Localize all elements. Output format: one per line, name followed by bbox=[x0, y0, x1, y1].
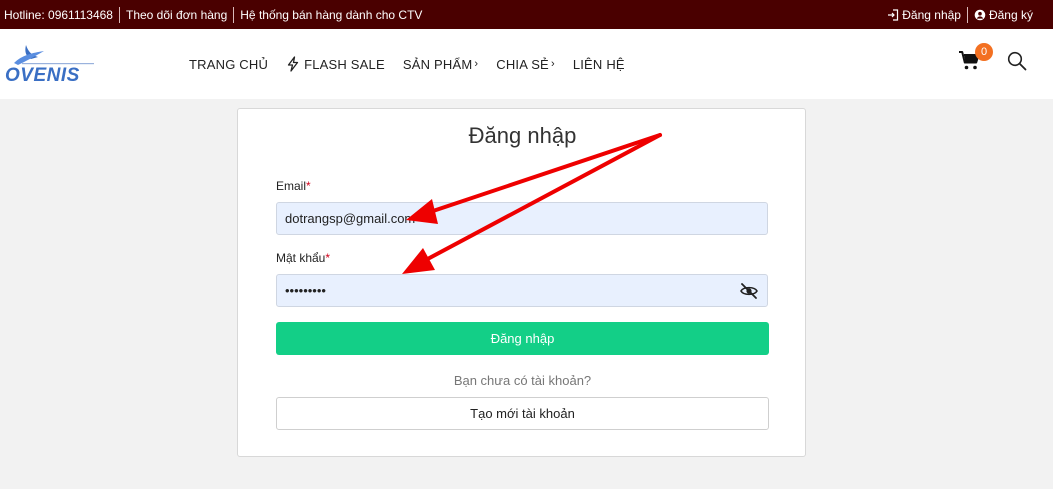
email-label: Email* bbox=[276, 179, 311, 193]
nav-products[interactable]: SẢN PHẨM › bbox=[403, 57, 478, 72]
no-account-text: Bạn chưa có tài khoản? bbox=[453, 373, 592, 388]
password-field[interactable]: ••••••••• bbox=[276, 274, 768, 307]
password-value: ••••••••• bbox=[285, 283, 326, 298]
nav-products-label: SẢN PHẨM bbox=[402, 56, 473, 72]
nav-share[interactable]: CHIA SẺ › bbox=[496, 57, 555, 72]
required-mark: * bbox=[306, 179, 311, 193]
svg-text:OVENIS: OVENIS bbox=[5, 65, 80, 85]
chevron-right-icon: › bbox=[550, 58, 555, 70]
page-title: Đăng nhập bbox=[468, 123, 577, 148]
cart-count-badge: 0 bbox=[975, 43, 993, 61]
sign-in-icon bbox=[888, 8, 899, 21]
nav-share-label: CHIA SẺ bbox=[496, 56, 549, 72]
nav-contact[interactable]: LIÊN HỆ bbox=[573, 57, 625, 72]
track-order-link[interactable]: Theo dõi đơn hàng bbox=[118, 6, 233, 23]
nav-flash-sale[interactable]: FLASH SALE bbox=[286, 56, 385, 72]
user-circle-icon bbox=[974, 9, 986, 20]
hotline-text: Hotline: 0961113468 bbox=[4, 7, 113, 22]
register-link[interactable]: Đăng ký bbox=[966, 6, 1039, 23]
main-nav: TRANG CHỦ FLASH SALE SẢN PHẨM › CHIA SẺ … bbox=[189, 29, 643, 99]
eye-slash-icon[interactable] bbox=[739, 282, 759, 300]
top-bar: Hotline: 0961113468 Theo dõi đơn hàng Hệ… bbox=[0, 0, 1053, 29]
ctv-system-link[interactable]: Hệ thống bán hàng dành cho CTV bbox=[233, 6, 428, 23]
nav-home-label: TRANG CHỦ bbox=[189, 56, 269, 72]
chevron-right-icon: › bbox=[474, 58, 479, 70]
lightning-icon bbox=[287, 56, 299, 72]
site-header: OVENIS TRANG CHỦ FLASH SALE SẢN PHẨM › C… bbox=[0, 29, 1053, 99]
top-bar-right: Đăng nhập Đăng ký bbox=[881, 0, 1039, 29]
email-value: dotrangsp@gmail.com bbox=[285, 211, 416, 226]
nav-home[interactable]: TRANG CHỦ bbox=[189, 57, 268, 72]
password-label-text: Mật khẩu bbox=[276, 251, 326, 265]
top-bar-left: Hotline: 0961113468 Theo dõi đơn hàng Hệ… bbox=[4, 0, 428, 29]
login-link-label: Đăng nhập bbox=[902, 7, 961, 22]
email-label-text: Email bbox=[276, 179, 307, 193]
nav-flash-sale-label: FLASH SALE bbox=[304, 56, 385, 72]
create-account-button[interactable]: Tạo mới tài khoản bbox=[276, 397, 769, 430]
site-logo[interactable]: OVENIS bbox=[4, 41, 96, 86]
search-icon[interactable] bbox=[1007, 51, 1027, 71]
login-link[interactable]: Đăng nhập bbox=[881, 7, 967, 23]
required-mark: * bbox=[325, 251, 331, 265]
password-label: Mật khẩu* bbox=[276, 251, 330, 265]
email-field[interactable]: dotrangsp@gmail.com bbox=[276, 202, 768, 235]
nav-contact-label: LIÊN HỆ bbox=[572, 56, 625, 72]
login-submit-button[interactable]: Đăng nhập bbox=[276, 322, 769, 355]
register-link-label: Đăng ký bbox=[988, 7, 1033, 22]
login-card: Đăng nhập Email* dotrangsp@gmail.com Mật… bbox=[237, 108, 806, 457]
